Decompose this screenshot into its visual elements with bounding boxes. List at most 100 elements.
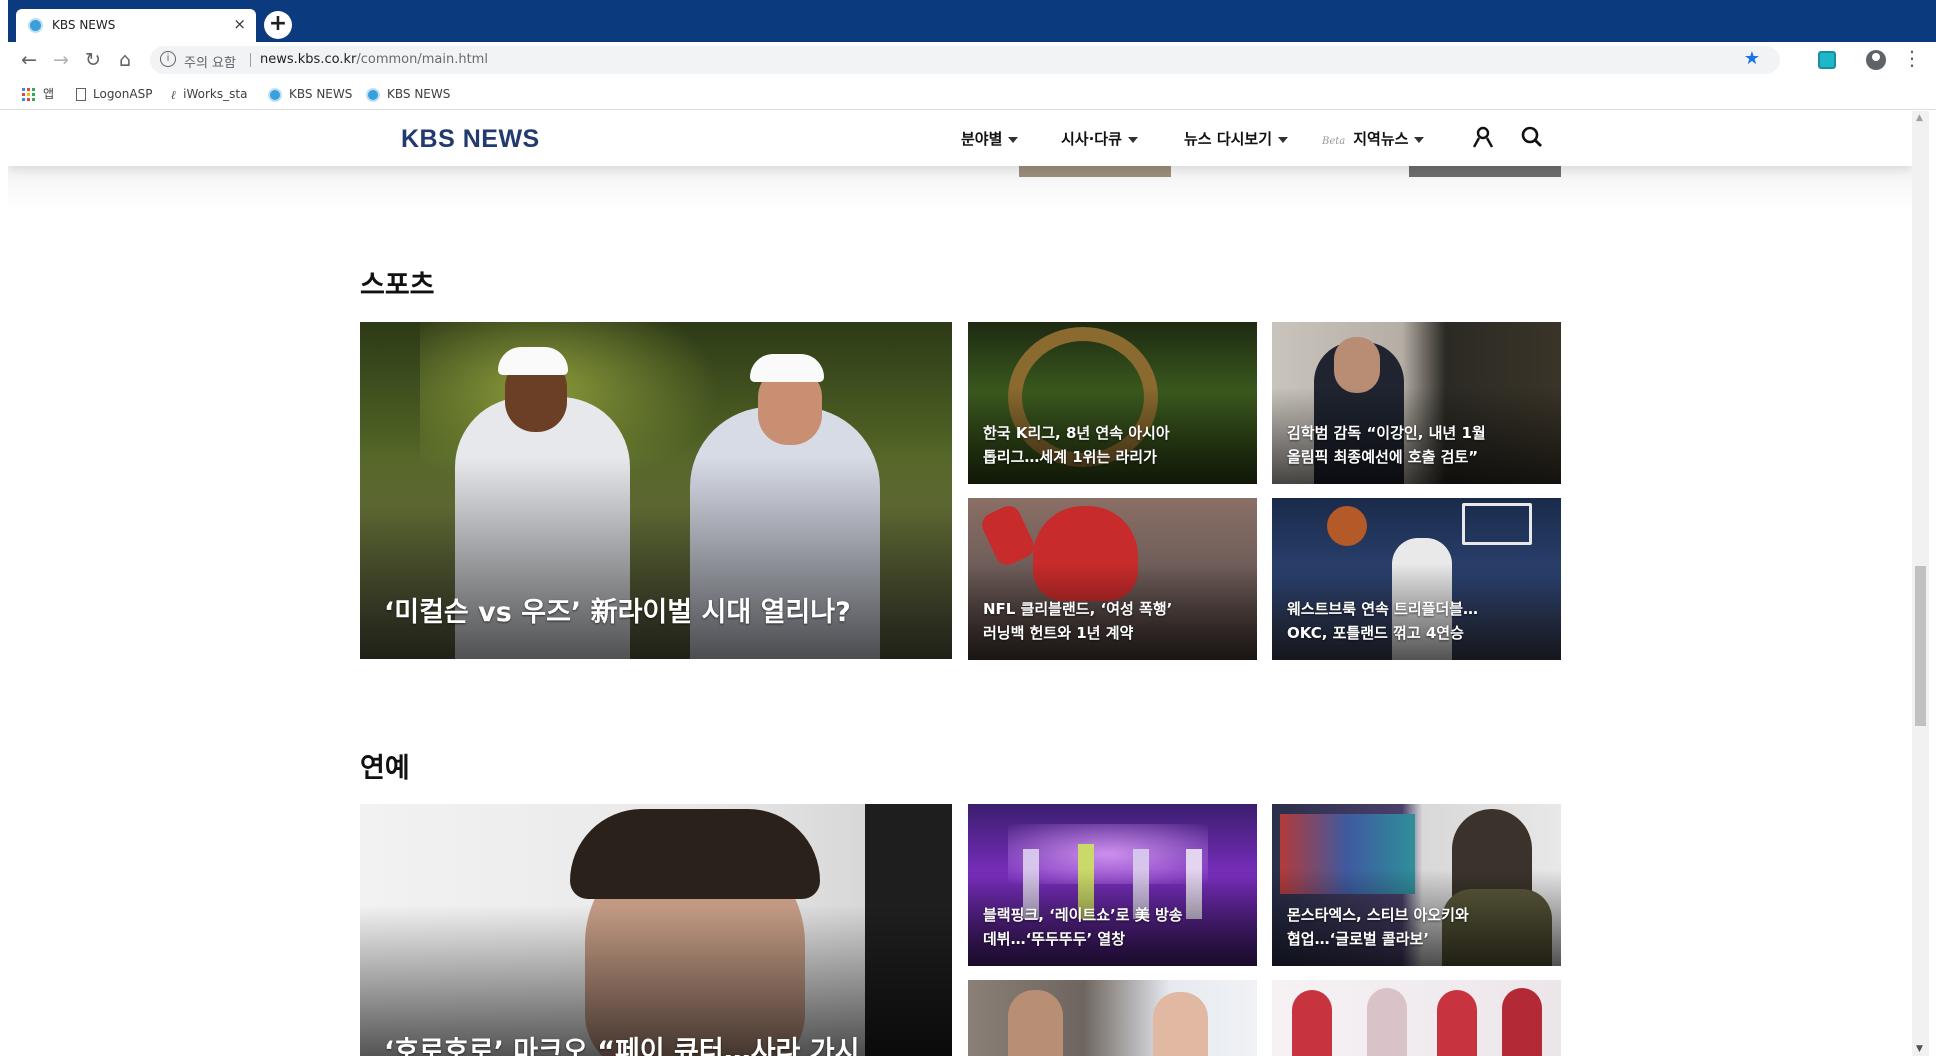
article-caption: 한국 K리그, 8년 연속 아시아톱리그…세계 1위는 라리가 <box>983 421 1245 469</box>
caption-line: 협업…‘글로벌 콜라보’ <box>1287 930 1430 948</box>
browser-tab-bar: KBS NEWS × + <box>0 0 1936 42</box>
caption-line: 데뷔…‘뚜두뚜두’ 열창 <box>983 930 1126 948</box>
reload-button[interactable]: ↻ <box>81 48 105 72</box>
article-caption: NFL 클리블랜드, ‘여성 폭행’ 러닝백 헌트와 1년 계약 <box>983 597 1245 645</box>
url-text[interactable]: news.kbs.co.kr/common/main.html <box>260 52 488 67</box>
backboard-shape <box>1462 503 1532 545</box>
chevron-down-icon <box>1127 136 1138 143</box>
new-tab-button[interactable]: + <box>264 11 292 39</box>
section-title-sports[interactable]: 스포츠 <box>360 263 435 302</box>
article-card[interactable]: 몬스타엑스, 스티브 아오키와협업…‘글로벌 콜라보’ <box>1272 804 1561 966</box>
bookmark-iworks[interactable]: ℓ iWorks_sta <box>171 84 247 104</box>
beta-badge: Beta <box>1322 136 1346 147</box>
caption-line: OKC, 포틀랜드 꺾고 4연승 <box>1287 624 1464 642</box>
browser-tab[interactable]: KBS NEWS × <box>16 9 256 42</box>
browser-menu-icon[interactable]: ⋮ <box>1902 48 1922 68</box>
kbs-news-logo[interactable]: KBS NEWS <box>401 125 540 154</box>
scrollbar-thumb[interactable] <box>1915 566 1926 726</box>
kbs-favicon-icon <box>28 18 43 33</box>
info-icon[interactable]: i <box>160 51 176 67</box>
apps-icon <box>22 87 36 102</box>
golfer-left-cap <box>498 347 568 375</box>
article-card[interactable] <box>968 980 1257 1056</box>
section-title-entertainment[interactable]: 연예 <box>360 746 410 785</box>
tab-close-icon[interactable]: × <box>233 15 246 33</box>
performer-figure <box>1367 988 1407 1056</box>
bookmark-kbs-news-1[interactable]: KBS NEWS <box>268 84 352 104</box>
nav-label: 시사·다큐 <box>1061 130 1122 148</box>
globe-icon <box>366 87 380 102</box>
nav-current-affairs[interactable]: 시사·다큐 <box>1061 128 1138 149</box>
ie-icon: ℓ <box>171 87 177 102</box>
bookmark-label: iWorks_sta <box>183 87 248 101</box>
bookmark-label: KBS NEWS <box>289 87 353 101</box>
page-icon <box>76 88 86 101</box>
extension-icon[interactable] <box>1818 51 1836 69</box>
bookmark-label: KBS NEWS <box>387 87 451 101</box>
bookmark-logonasp[interactable]: LogonASP <box>76 84 152 104</box>
page-viewport: KBS NEWS 분야별 시사·다큐 뉴스 다시보기 Beta 지역뉴스 스포츠 … <box>8 111 1912 1056</box>
user-icon[interactable] <box>1472 126 1494 148</box>
golfer-right-cap <box>750 354 824 382</box>
article-card[interactable]: 한국 K리그, 8년 연속 아시아톱리그…세계 1위는 라리가 <box>968 322 1257 484</box>
nav-category[interactable]: 분야별 <box>961 128 1019 149</box>
back-button[interactable]: ← <box>17 48 41 72</box>
search-icon[interactable] <box>1521 126 1543 148</box>
window-edge <box>0 0 8 42</box>
page-scrollbar[interactable]: ▲ ▼ <box>1912 111 1929 1056</box>
prev-section-thumbnail[interactable] <box>1409 166 1561 177</box>
bookmarks-bar: 앱 LogonASP ℓ iWorks_sta KBS NEWS KBS NEWS <box>0 78 1936 110</box>
bookmark-label: LogonASP <box>93 87 153 101</box>
article-card[interactable] <box>1272 980 1561 1056</box>
url-path: /common/main.html <box>356 52 488 67</box>
featured-article-card[interactable]: ‘호로호로’ 마크오 “페이 큐터…사라 가시 <box>360 804 952 1056</box>
caption-line: 러닝백 헌트와 1년 계약 <box>983 624 1134 642</box>
chevron-down-icon <box>1008 136 1019 143</box>
nav-news-replay[interactable]: 뉴스 다시보기 <box>1184 128 1289 149</box>
home-button[interactable]: ⌂ <box>113 48 137 72</box>
browser-toolbar: ← → ↻ ⌂ i 주의 요함 news.kbs.co.kr/common/ma… <box>0 42 1936 78</box>
caption-line: 톱리그…세계 1위는 라리가 <box>983 448 1157 466</box>
caption-line: 몬스타엑스, 스티브 아오키와 <box>1287 906 1469 924</box>
performer-figure <box>1292 990 1332 1056</box>
caption-line: 블랙핑크, ‘레이트쇼’로 美 방송 <box>983 906 1183 924</box>
featured-article-caption: ‘미컬슨 vs 우즈’ 新라이벌 시대 열리나? <box>384 597 851 628</box>
article-card[interactable]: NFL 클리블랜드, ‘여성 폭행’ 러닝백 헌트와 1년 계약 <box>968 498 1257 660</box>
performer-figure <box>1502 988 1542 1056</box>
prev-section-thumbnail[interactable] <box>1019 166 1171 177</box>
performer-figure <box>1437 990 1477 1056</box>
globe-icon <box>268 87 282 102</box>
caption-line: 한국 K리그, 8년 연속 아시아 <box>983 424 1170 442</box>
caption-line: 김학범 감독 “이강인, 내년 1월 <box>1287 424 1486 442</box>
scroll-down-arrow-icon[interactable]: ▼ <box>1916 1044 1923 1054</box>
bookmark-star-icon[interactable]: ★ <box>1744 48 1760 69</box>
caption-line: 웨스트브룩 연속 트리플더블… <box>1287 600 1479 618</box>
article-card[interactable]: 김학범 감독 “이강인, 내년 1월올림픽 최종예선에 호출 검토” <box>1272 322 1561 484</box>
nav-label: 지역뉴스 <box>1353 130 1409 148</box>
article-caption: 김학범 감독 “이강인, 내년 1월올림픽 최종예선에 호출 검토” <box>1287 421 1549 469</box>
nav-label: 뉴스 다시보기 <box>1184 130 1273 148</box>
nav-local-news[interactable]: Beta 지역뉴스 <box>1322 128 1425 149</box>
chevron-down-icon <box>1278 136 1289 143</box>
person-face-shape <box>1153 992 1208 1056</box>
article-card[interactable]: 블랙핑크, ‘레이트쇼’로 美 방송데뷔…‘뚜두뚜두’ 열창 <box>968 804 1257 966</box>
featured-article-card[interactable]: ‘미컬슨 vs 우즈’ 新라이벌 시대 열리나? <box>360 322 952 659</box>
security-label: 주의 요함 <box>184 56 236 71</box>
site-header: KBS NEWS 분야별 시사·다큐 뉴스 다시보기 Beta 지역뉴스 <box>8 111 1912 166</box>
scroll-up-arrow-icon[interactable]: ▲ <box>1916 113 1923 123</box>
account-icon[interactable] <box>1866 50 1886 70</box>
omnibox-separator <box>250 53 251 67</box>
bookmark-kbs-news-2[interactable]: KBS NEWS <box>366 84 450 104</box>
tab-title: KBS NEWS <box>52 18 116 32</box>
basketball-shape <box>1327 506 1367 546</box>
forward-button[interactable]: → <box>49 48 73 72</box>
caption-line: NFL 클리블랜드, ‘여성 폭행’ <box>983 600 1173 618</box>
bookmark-label: 앱 <box>43 87 55 101</box>
url-host: news.kbs.co.kr <box>260 52 357 67</box>
featured-article-caption: ‘호로호로’ 마크오 “페이 큐터…사라 가시 <box>384 1036 860 1056</box>
coach-head <box>1334 337 1380 393</box>
caption-line: 올림픽 최종예선에 호출 검토” <box>1287 448 1479 466</box>
article-card[interactable]: 웨스트브룩 연속 트리플더블… OKC, 포틀랜드 꺾고 4연승 <box>1272 498 1561 660</box>
bookmark-apps[interactable]: 앱 <box>22 84 54 104</box>
address-bar[interactable]: i 주의 요함 news.kbs.co.kr/common/main.html … <box>150 46 1780 74</box>
